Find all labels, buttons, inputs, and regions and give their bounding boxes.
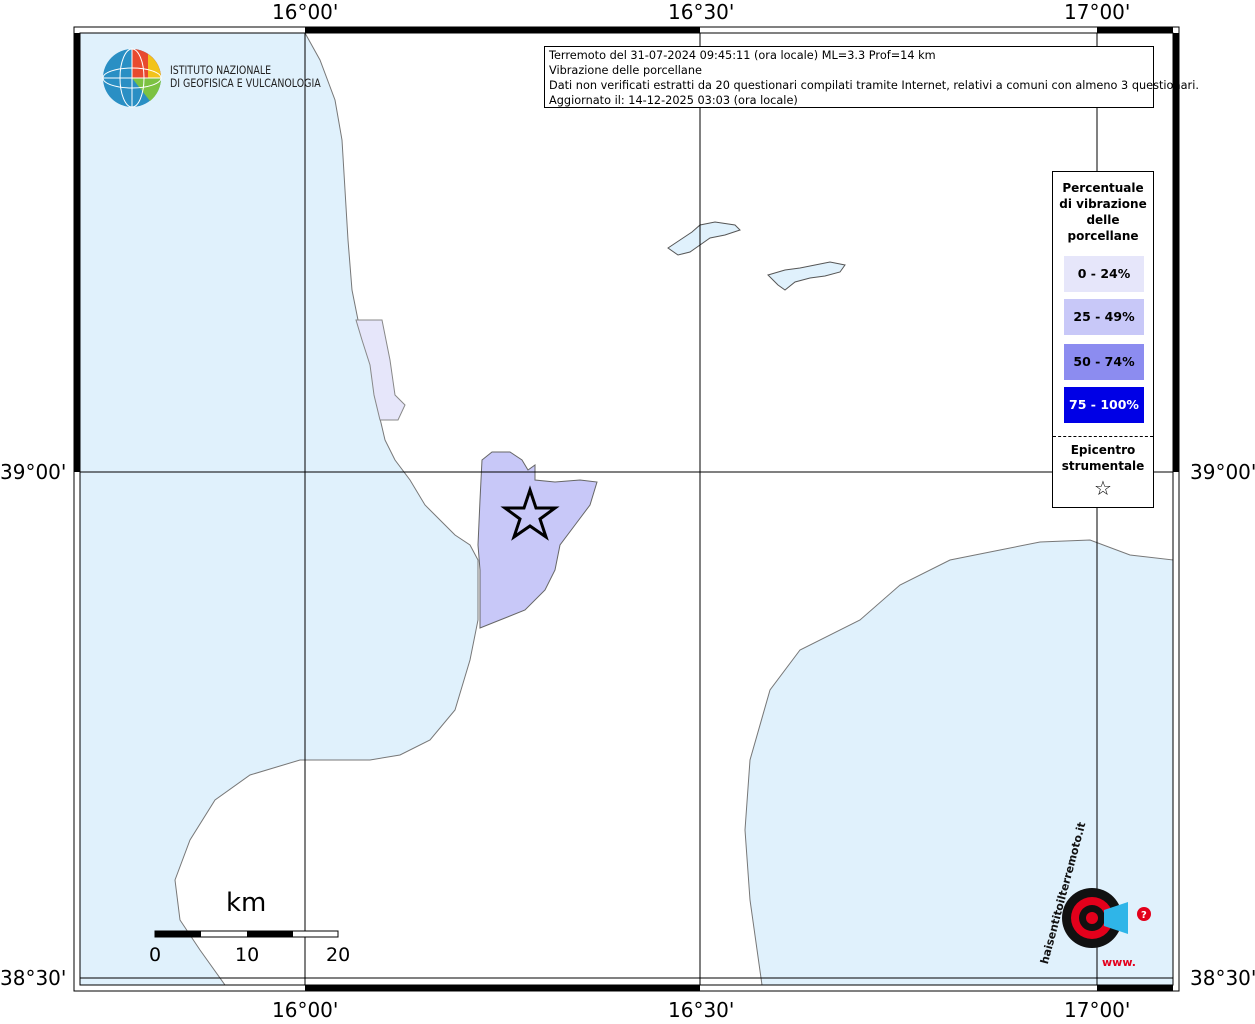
info-updated-line: Aggiornato il: 14-12-2025 03:03 (ora loc… — [549, 94, 798, 107]
scale-bar — [154, 930, 339, 938]
intensity-legend: Percentuale di vibrazione delle porcella… — [1052, 171, 1154, 508]
lat-label-right-38-30: 38°30' — [1190, 966, 1255, 990]
ingv-name-line2: DI GEOFISICA E VULCANOLOGIA — [170, 76, 321, 90]
legend-title-line2: di vibrazione — [1059, 197, 1147, 211]
haisentito-logo: ? haisentitoilterremoto.it www. — [1032, 821, 1160, 976]
scale-tick-20: 20 — [326, 944, 351, 966]
legend-epicenter-line2: strumentale — [1061, 459, 1145, 473]
scale-tick-10: 10 — [235, 944, 260, 966]
legend-title-line3: delle — [1086, 213, 1120, 227]
lat-label-right-39-00: 39°00' — [1190, 460, 1255, 484]
ingv-globe-icon — [102, 48, 162, 108]
legend-class-50-74: 50 - 74% — [1064, 344, 1144, 380]
legend-title: Percentuale di vibrazione delle porcella… — [1053, 180, 1153, 244]
legend-title-line4: porcellane — [1067, 229, 1139, 243]
scale-unit: km — [226, 888, 267, 918]
ingv-name: ISTITUTO NAZIONALE DI GEOFISICA E VULCAN… — [170, 64, 321, 90]
lon-label-top-16-00: 16°00' — [272, 0, 339, 24]
lat-label-left-39-00: 39°00' — [0, 460, 67, 484]
info-source-line: Dati non verificati estratti da 20 quest… — [549, 79, 1199, 92]
legend-star-icon: ☆ — [1094, 476, 1112, 500]
legend-class-25-49: 25 - 49% — [1064, 299, 1144, 335]
legend-divider — [1053, 436, 1153, 437]
lon-label-bottom-17-00: 17°00' — [1064, 998, 1131, 1022]
lon-label-bottom-16-30: 16°30' — [668, 998, 735, 1022]
legend-class-75-100: 75 - 100% — [1064, 387, 1144, 423]
info-parameter-line: Vibrazione delle porcellane — [549, 64, 702, 77]
scale-tick-0: 0 — [149, 944, 162, 966]
legend-class-0-24: 0 - 24% — [1064, 256, 1144, 292]
legend-epicenter-line1: Epicentro — [1070, 443, 1136, 457]
info-event-line: Terremoto del 31-07-2024 09:45:11 (ora l… — [549, 49, 936, 62]
lon-label-bottom-16-00: 16°00' — [272, 998, 339, 1022]
lon-label-top-17-00: 17°00' — [1064, 0, 1131, 24]
lat-label-left-38-30: 38°30' — [0, 966, 67, 990]
lon-label-top-16-30: 16°30' — [668, 0, 735, 24]
legend-epicenter-label: Epicentro strumentale — [1053, 442, 1153, 474]
earthquake-info-box: Terremoto del 31-07-2024 09:45:11 (ora l… — [544, 46, 1199, 108]
svg-text:?: ? — [1141, 910, 1147, 921]
haisentito-url-text: www. — [1102, 956, 1136, 969]
legend-title-line1: Percentuale — [1062, 181, 1144, 195]
